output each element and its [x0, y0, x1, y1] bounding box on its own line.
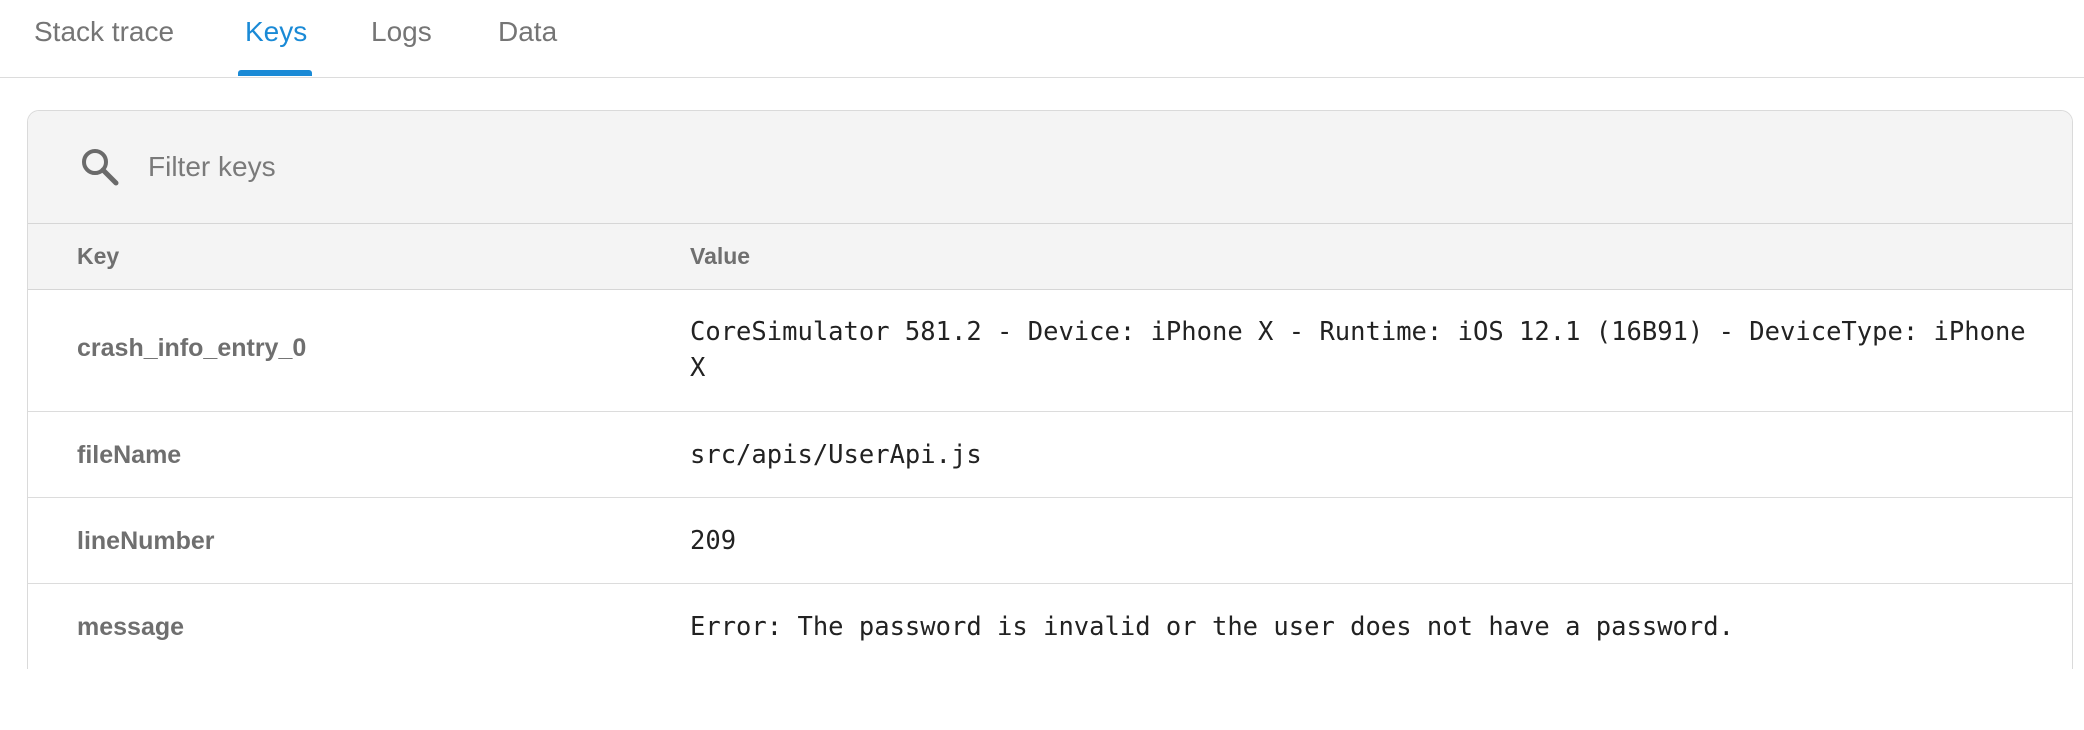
row-value: 209: [690, 526, 737, 556]
table-row: message Error: The password is invalid o…: [28, 584, 2072, 669]
row-key: fileName: [77, 441, 182, 469]
active-tab-indicator: [238, 70, 312, 76]
column-header-key: Key: [77, 243, 120, 269]
row-key: lineNumber: [77, 527, 215, 555]
tab-keys[interactable]: Keys: [245, 0, 307, 77]
column-header-value: Value: [690, 243, 751, 269]
row-key: message: [77, 613, 185, 641]
filter-bar: [28, 111, 2072, 224]
filter-keys-input[interactable]: [148, 141, 1948, 193]
table-row: crash_info_entry_0 CoreSimulator 581.2 -…: [28, 290, 2072, 412]
row-value: Error: The password is invalid or the us…: [690, 612, 1734, 642]
row-key: crash_info_entry_0: [77, 334, 307, 362]
tab-bar: Stack trace Keys Logs Data: [0, 0, 2084, 78]
table-row: lineNumber 209: [28, 498, 2072, 584]
row-value: CoreSimulator 581.2 - Device: iPhone X -…: [690, 317, 2026, 383]
table-row: fileName src/apis/UserApi.js: [28, 412, 2072, 498]
search-icon: [82, 149, 119, 186]
row-value: src/apis/UserApi.js: [690, 440, 982, 470]
table-header: Key Value: [28, 224, 2072, 290]
tab-logs[interactable]: Logs: [371, 0, 432, 77]
tab-data[interactable]: Data: [498, 0, 557, 77]
tab-stack-trace[interactable]: Stack trace: [34, 0, 174, 77]
keys-card: Key Value crash_info_entry_0 CoreSimulat…: [27, 110, 2073, 669]
